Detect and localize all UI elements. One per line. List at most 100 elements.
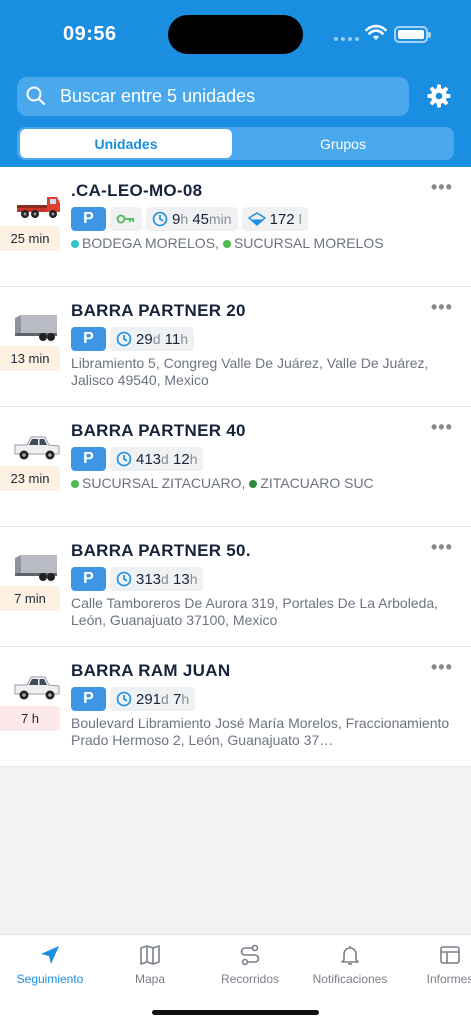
fuel-tank-icon xyxy=(247,212,266,226)
duration-major: 313 xyxy=(136,570,162,588)
unit-address: Libramiento 5, Congreg Valle De Juárez, … xyxy=(71,355,429,388)
unit-name: BARRA PARTNER 20 xyxy=(71,301,246,320)
unit-address: Calle Tamboreros De Aurora 319, Portales… xyxy=(71,595,439,628)
duration-major: 413 xyxy=(136,450,162,468)
tab-notificaciones[interactable]: Notificaciones xyxy=(300,943,400,986)
tab-seguimiento[interactable]: Seguimiento xyxy=(0,943,100,986)
duration-minor-unit: h xyxy=(189,570,198,587)
unit-name: .CA-LEO-MO-08 xyxy=(71,181,203,200)
unit-address: Boulevard Libramiento José María Morelos… xyxy=(71,715,450,748)
last-update-badge: 7 h xyxy=(0,706,60,731)
flatbed-truck-icon xyxy=(17,197,60,218)
clock-icon xyxy=(152,211,168,227)
duration-minor-unit: h xyxy=(181,690,190,707)
duration-major-unit: h xyxy=(180,210,189,227)
parking-chip: P xyxy=(71,327,106,351)
tab-label: Mapa xyxy=(134,972,166,986)
fuel-chip: 172 l xyxy=(241,207,308,231)
geofence-tag: BODEGA MORELOS, xyxy=(71,235,219,252)
duration-chip: 313d 13h xyxy=(110,567,204,591)
search-input[interactable]: Buscar entre 5 unidades xyxy=(17,77,409,116)
unit-row[interactable]: 23 min BARRA PARTNER 40 ••• P 413d 12h S… xyxy=(0,407,471,527)
units-list: 25 min .CA-LEO-MO-08 ••• P 9h 45min 172 … xyxy=(0,167,471,767)
duration-minor-unit: min xyxy=(209,210,232,227)
parking-chip: P xyxy=(71,207,106,231)
clock-icon xyxy=(116,691,132,707)
search-icon xyxy=(26,86,46,106)
geofence-tag: SUCURSAL MORELOS xyxy=(222,235,384,252)
duration-minor-unit: h xyxy=(180,330,189,347)
navigation-arrow-icon xyxy=(41,946,59,964)
last-update-badge: 13 min xyxy=(0,346,60,371)
unit-row[interactable]: 7 h BARRA RAM JUAN ••• P 291d 7h Bouleva… xyxy=(0,647,471,767)
dynamic-island xyxy=(168,15,303,54)
clock-icon xyxy=(116,571,132,587)
duration-major: 29 xyxy=(136,330,153,348)
fuel-value: 172 xyxy=(269,210,295,228)
more-options-button[interactable]: ••• xyxy=(431,297,453,318)
status-time: 09:56 xyxy=(63,23,117,45)
tab-informes[interactable]: Informes xyxy=(400,943,471,986)
geofence-tag: ZITACUARO SUC xyxy=(249,475,374,492)
ignition-chip xyxy=(110,207,142,231)
home-indicator xyxy=(152,1010,319,1015)
tab-mapa[interactable]: Mapa xyxy=(100,943,200,986)
more-options-button[interactable]: ••• xyxy=(431,657,453,678)
more-options-button[interactable]: ••• xyxy=(431,537,453,558)
pickup-truck-icon xyxy=(14,436,60,460)
duration-chip: 413d 12h xyxy=(110,447,204,471)
duration-major: 291 xyxy=(136,690,162,708)
signal-icon xyxy=(334,37,359,41)
more-options-button[interactable]: ••• xyxy=(431,417,453,438)
unit-geofences: SUCURSAL ZITACUARO, ZITACUARO SUC xyxy=(71,475,451,492)
unit-row[interactable]: 25 min .CA-LEO-MO-08 ••• P 9h 45min 172 … xyxy=(0,167,471,287)
route-icon xyxy=(240,944,260,966)
duration-major-unit: d xyxy=(161,570,169,587)
duration-chip: 291d 7h xyxy=(110,687,196,711)
fuel-unit: l xyxy=(298,210,302,227)
parking-chip: P xyxy=(71,447,106,471)
tab-recorridos[interactable]: Recorridos xyxy=(200,943,300,986)
duration-major-unit: d xyxy=(161,690,169,707)
segment-grupos[interactable]: Grupos xyxy=(236,129,450,158)
segment-unidades[interactable]: Unidades xyxy=(20,129,232,158)
parking-chip: P xyxy=(71,687,106,711)
tab-label: Notificaciones xyxy=(312,972,388,986)
duration-chip: 29d 11h xyxy=(110,327,195,351)
unit-name: BARRA RAM JUAN xyxy=(71,661,231,680)
duration-major-unit: d xyxy=(152,330,161,347)
status-bar: 09:56 xyxy=(0,0,471,70)
segmented-control: Unidades Grupos xyxy=(17,127,454,160)
last-update-badge: 25 min xyxy=(0,226,60,251)
duration-chip: 9h 45min xyxy=(146,207,238,231)
gear-icon[interactable] xyxy=(427,84,451,108)
last-update-badge: 7 min xyxy=(0,586,60,611)
unit-chips: P 29d 11h xyxy=(71,327,195,351)
pickup-truck-icon xyxy=(14,676,60,700)
duration-minor: 45 xyxy=(192,210,209,228)
app-header: 09:56 Buscar entre 5 unidades Unidades G… xyxy=(0,0,471,167)
tab-label: Recorridos xyxy=(220,972,280,986)
unit-row[interactable]: 13 min BARRA PARTNER 20 ••• P 29d 11h Li… xyxy=(0,287,471,407)
unit-row[interactable]: 7 min BARRA PARTNER 50. ••• P 313d 13h C… xyxy=(0,527,471,647)
unit-name: BARRA PARTNER 50. xyxy=(71,541,251,560)
duration-minor: 11 xyxy=(164,330,181,348)
trailer-icon xyxy=(15,315,57,341)
clock-icon xyxy=(116,451,132,467)
last-update-badge: 23 min xyxy=(0,466,60,491)
geofence-tag: SUCURSAL ZITACUARO, xyxy=(71,475,245,492)
unit-name: BARRA PARTNER 40 xyxy=(71,421,246,440)
unit-chips: P 9h 45min 172 l xyxy=(71,207,308,231)
more-options-button[interactable]: ••• xyxy=(431,177,453,198)
unit-chips: P 413d 12h xyxy=(71,447,204,471)
bell-icon xyxy=(341,946,359,965)
duration-major-unit: d xyxy=(161,450,169,467)
map-icon xyxy=(140,945,160,965)
wifi-icon xyxy=(365,24,387,40)
clock-icon xyxy=(116,331,132,347)
report-table-icon xyxy=(440,946,460,964)
parking-chip: P xyxy=(71,567,106,591)
tab-label: Informes xyxy=(426,972,471,986)
unit-chips: P 291d 7h xyxy=(71,687,196,711)
duration-minor: 12 xyxy=(173,450,190,468)
